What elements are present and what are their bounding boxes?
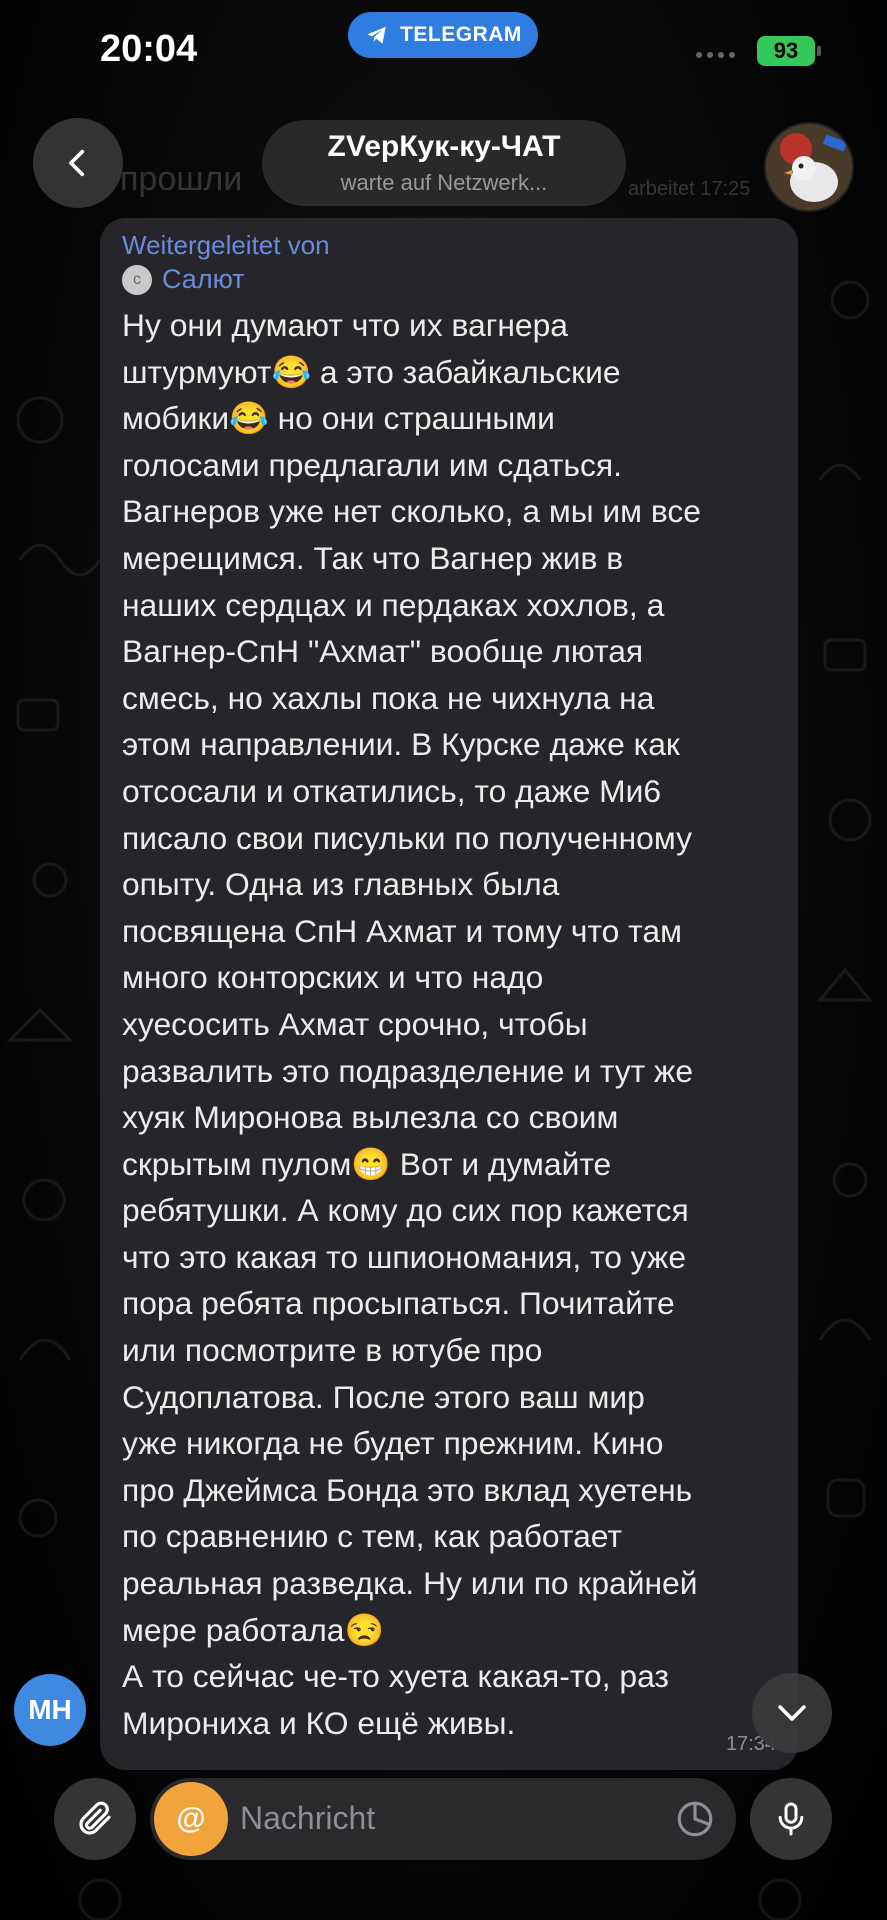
sticker-icon[interactable] <box>674 1798 716 1840</box>
channel-avatar-icon: c <box>122 264 152 295</box>
chat-screen: прошли arbeitet 17:25 20:04 TELEGRAM 93 … <box>0 0 887 1920</box>
telegram-app-pill[interactable]: TELEGRAM <box>348 12 538 58</box>
voice-record-button[interactable] <box>750 1778 832 1860</box>
forwarded-from-label: Weitergeleitet von <box>122 230 330 260</box>
chevron-left-icon <box>69 149 85 177</box>
microphone-icon <box>778 1802 804 1836</box>
paperclip-icon <box>79 1801 111 1835</box>
telegram-icon <box>367 26 386 44</box>
battery-indicator: 93 <box>757 36 821 66</box>
connection-status: warte auf Netzwerk... <box>340 170 548 195</box>
mention-button[interactable]: @ <box>154 1782 228 1856</box>
chevron-down-icon <box>778 1705 806 1721</box>
message-input-placeholder: Nachricht <box>240 1800 376 1836</box>
battery-level: 93 <box>773 38 799 63</box>
forward-source[interactable]: c Салют <box>122 264 245 295</box>
attach-button[interactable] <box>54 1778 136 1860</box>
chat-header[interactable]: ZVepКук-ку-ЧАТ warte auf Netzwerk... <box>262 120 626 206</box>
background-preview-time: arbeitet 17:25 <box>628 178 751 200</box>
back-button[interactable] <box>33 118 123 208</box>
chat-avatar[interactable] <box>764 122 854 212</box>
chat-avatar-image <box>766 124 852 210</box>
message-text: Ну они думают что их вагнера штурмуют😂 а… <box>122 307 701 1741</box>
sender-avatar[interactable]: MH <box>14 1674 86 1746</box>
signal-icon <box>696 52 735 58</box>
background-preview-text: прошли <box>120 160 243 198</box>
forward-source-name: Салют <box>162 264 245 294</box>
telegram-label: TELEGRAM <box>400 23 522 46</box>
message-input[interactable]: @ Nachricht <box>150 1778 736 1860</box>
scroll-to-bottom-button[interactable] <box>752 1673 832 1753</box>
chat-title: ZVepКук-ку-ЧАТ <box>327 130 561 163</box>
message-bubble[interactable]: Weitergeleitet von c Салют Ну они думают… <box>100 218 798 1770</box>
status-time: 20:04 <box>100 28 198 70</box>
